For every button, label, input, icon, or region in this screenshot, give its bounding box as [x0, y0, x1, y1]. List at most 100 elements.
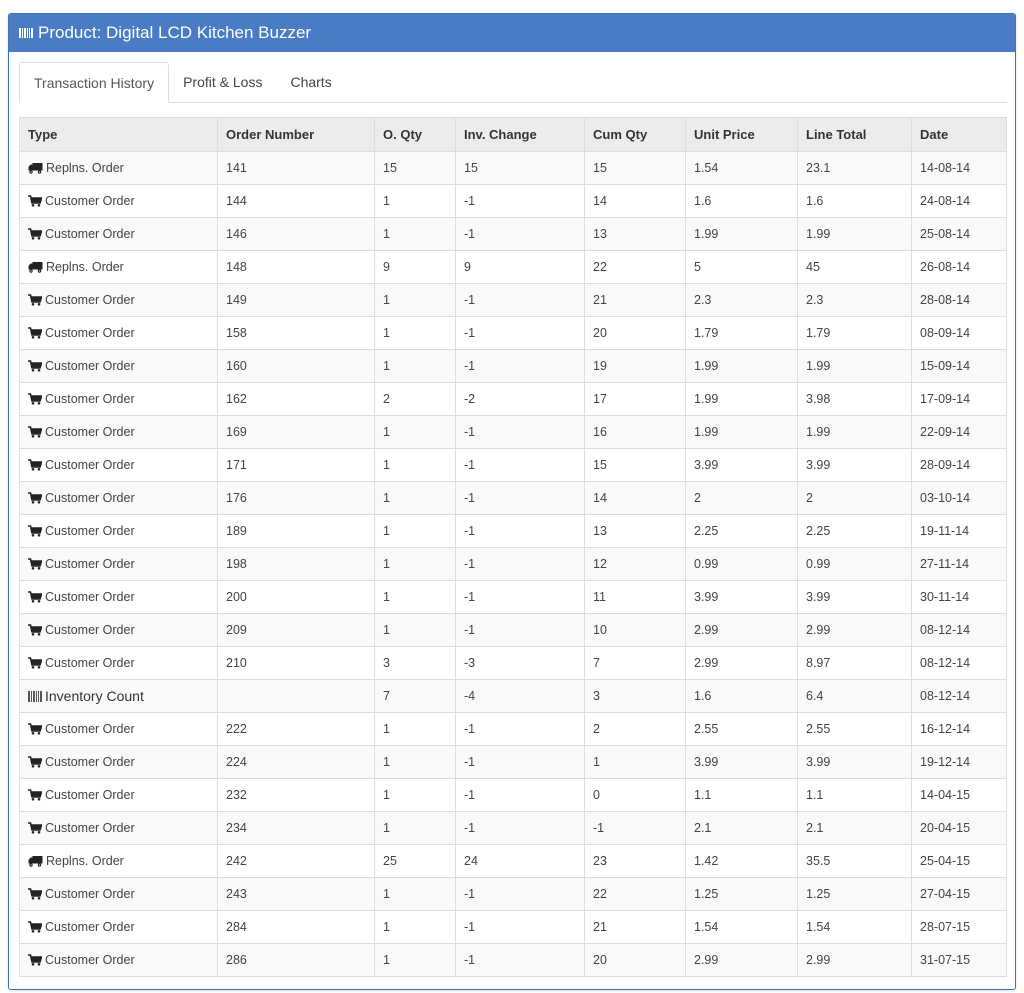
table-row[interactable]: Customer Order 162 2 -2 17 1.99 3.98 17-09-14 [19, 382, 1007, 416]
type-cell: Customer Order [19, 349, 218, 383]
date-cell: 30-11-14 [911, 580, 1007, 614]
tab-bar: Transaction History Profit & Loss Charts [19, 62, 1007, 103]
column-header-order-number[interactable]: Order Number [217, 117, 375, 152]
column-header-type[interactable]: Type [19, 117, 218, 152]
order-number-cell: 160 [217, 349, 375, 383]
line-total-cell: 2.1 [797, 811, 912, 845]
unit-price-cell: 2.99 [685, 646, 798, 680]
type-cell-content: Customer Order [28, 656, 209, 670]
table-row[interactable]: Replns. Order 242 25 24 23 1.42 35.5 25-04-15 [19, 844, 1007, 878]
table-row[interactable]: Customer Order 144 1 -1 14 1.6 1.6 24-08-14 [19, 184, 1007, 218]
line-total-cell: 6.4 [797, 679, 912, 713]
unit-price-cell: 1.6 [685, 679, 798, 713]
inv-change-cell: -4 [455, 679, 585, 713]
column-header-unit-price[interactable]: Unit Price [685, 117, 798, 152]
type-cell-content: Customer Order [28, 227, 209, 241]
table-row[interactable]: Customer Order 200 1 -1 11 3.99 3.99 30-11-14 [19, 580, 1007, 614]
type-cell-content: Customer Order [28, 722, 209, 736]
cum-qty-cell: 17 [584, 382, 686, 416]
line-total-cell: 1.25 [797, 877, 912, 911]
type-cell: Customer Order [19, 184, 218, 218]
cart-icon [28, 525, 42, 537]
table-row[interactable]: Customer Order 284 1 -1 21 1.54 1.54 28-07-15 [19, 910, 1007, 944]
table-row[interactable]: Customer Order 149 1 -1 21 2.3 2.3 28-08-14 [19, 283, 1007, 317]
o-qty-cell: 1 [374, 283, 456, 317]
type-label: Customer Order [45, 821, 135, 835]
cum-qty-cell: 21 [584, 283, 686, 317]
cart-icon [28, 591, 42, 603]
type-label: Customer Order [45, 227, 135, 241]
cart-icon [28, 756, 42, 768]
unit-price-cell: 1.54 [685, 910, 798, 944]
inv-change-cell: -1 [455, 415, 585, 449]
tab-transaction-history[interactable]: Transaction History [19, 62, 170, 103]
cart-icon [28, 624, 42, 636]
order-number-cell [217, 679, 375, 713]
column-header-cum-qty[interactable]: Cum Qty [584, 117, 686, 152]
type-cell: Customer Order [19, 217, 218, 251]
table-row[interactable]: Customer Order 198 1 -1 12 0.99 0.99 27-11-14 [19, 547, 1007, 581]
type-cell-content: Replns. Order [28, 260, 209, 274]
inv-change-cell: -1 [455, 514, 585, 548]
type-cell: Replns. Order [19, 250, 218, 284]
table-row[interactable]: Customer Order 210 3 -3 7 2.99 8.97 08-12-14 [19, 646, 1007, 680]
type-label: Replns. Order [46, 854, 124, 868]
date-cell: 14-08-14 [911, 151, 1007, 185]
line-total-cell: 1.6 [797, 184, 912, 218]
line-total-cell: 2.99 [797, 943, 912, 977]
order-number-cell: 209 [217, 613, 375, 647]
column-header-inv-change[interactable]: Inv. Change [455, 117, 585, 152]
unit-price-cell: 1.25 [685, 877, 798, 911]
table-row[interactable]: Customer Order 209 1 -1 10 2.99 2.99 08-12-14 [19, 613, 1007, 647]
table-row[interactable]: Customer Order 160 1 -1 19 1.99 1.99 15-09-14 [19, 349, 1007, 383]
table-row[interactable]: Customer Order 189 1 -1 13 2.25 2.25 19-11-14 [19, 514, 1007, 548]
table-row[interactable]: Customer Order 171 1 -1 15 3.99 3.99 28-09-14 [19, 448, 1007, 482]
date-cell: 27-04-15 [911, 877, 1007, 911]
type-cell-content: Customer Order [28, 326, 209, 340]
table-row[interactable]: Customer Order 169 1 -1 16 1.99 1.99 22-09-14 [19, 415, 1007, 449]
order-number-cell: 232 [217, 778, 375, 812]
inv-change-cell: -1 [455, 283, 585, 317]
table-row[interactable]: Replns. Order 141 15 15 15 1.54 23.1 14-08-14 [19, 151, 1007, 185]
column-header-o-qty[interactable]: O. Qty [374, 117, 456, 152]
cart-icon [28, 360, 42, 372]
cum-qty-cell: 14 [584, 184, 686, 218]
type-label: Customer Order [45, 590, 135, 604]
table-row[interactable]: Customer Order 234 1 -1 -1 2.1 2.1 20-04-15 [19, 811, 1007, 845]
cum-qty-cell: -1 [584, 811, 686, 845]
column-header-line-total[interactable]: Line Total [797, 117, 912, 152]
type-label: Customer Order [45, 524, 135, 538]
type-cell-content: Customer Order [28, 887, 209, 901]
type-cell: Customer Order [19, 448, 218, 482]
table-row[interactable]: Inventory Count 7 -4 3 1.6 6.4 08-12-14 [19, 679, 1007, 713]
line-total-cell: 1.54 [797, 910, 912, 944]
tab-charts[interactable]: Charts [276, 62, 345, 101]
inv-change-cell: -1 [455, 943, 585, 977]
cum-qty-cell: 15 [584, 151, 686, 185]
type-cell: Customer Order [19, 382, 218, 416]
unit-price-cell: 1.99 [685, 217, 798, 251]
table-row[interactable]: Replns. Order 148 9 9 22 5 45 26-08-14 [19, 250, 1007, 284]
unit-price-cell: 2.55 [685, 712, 798, 746]
type-label: Customer Order [45, 293, 135, 307]
o-qty-cell: 1 [374, 217, 456, 251]
table-row[interactable]: Customer Order 158 1 -1 20 1.79 1.79 08-09-14 [19, 316, 1007, 350]
table-row[interactable]: Customer Order 243 1 -1 22 1.25 1.25 27-04-15 [19, 877, 1007, 911]
unit-price-cell: 2.99 [685, 613, 798, 647]
order-number-cell: 141 [217, 151, 375, 185]
table-row[interactable]: Customer Order 232 1 -1 0 1.1 1.1 14-04-15 [19, 778, 1007, 812]
line-total-cell: 2.55 [797, 712, 912, 746]
table-row[interactable]: Customer Order 222 1 -1 2 2.55 2.55 16-12-14 [19, 712, 1007, 746]
table-row[interactable]: Customer Order 146 1 -1 13 1.99 1.99 25-08-14 [19, 217, 1007, 251]
type-cell: Customer Order [19, 646, 218, 680]
table-row[interactable]: Customer Order 176 1 -1 14 2 2 03-10-14 [19, 481, 1007, 515]
panel-heading: Product: Digital LCD Kitchen Buzzer [9, 14, 1015, 52]
type-label: Customer Order [45, 392, 135, 406]
type-cell-content: Customer Order [28, 491, 209, 505]
order-number-cell: 169 [217, 415, 375, 449]
tab-profit-loss[interactable]: Profit & Loss [169, 62, 276, 101]
table-row[interactable]: Customer Order 224 1 -1 1 3.99 3.99 19-12-14 [19, 745, 1007, 779]
type-label: Customer Order [45, 557, 135, 571]
table-row[interactable]: Customer Order 286 1 -1 20 2.99 2.99 31-07-15 [19, 943, 1007, 977]
column-header-date[interactable]: Date [911, 117, 1007, 152]
